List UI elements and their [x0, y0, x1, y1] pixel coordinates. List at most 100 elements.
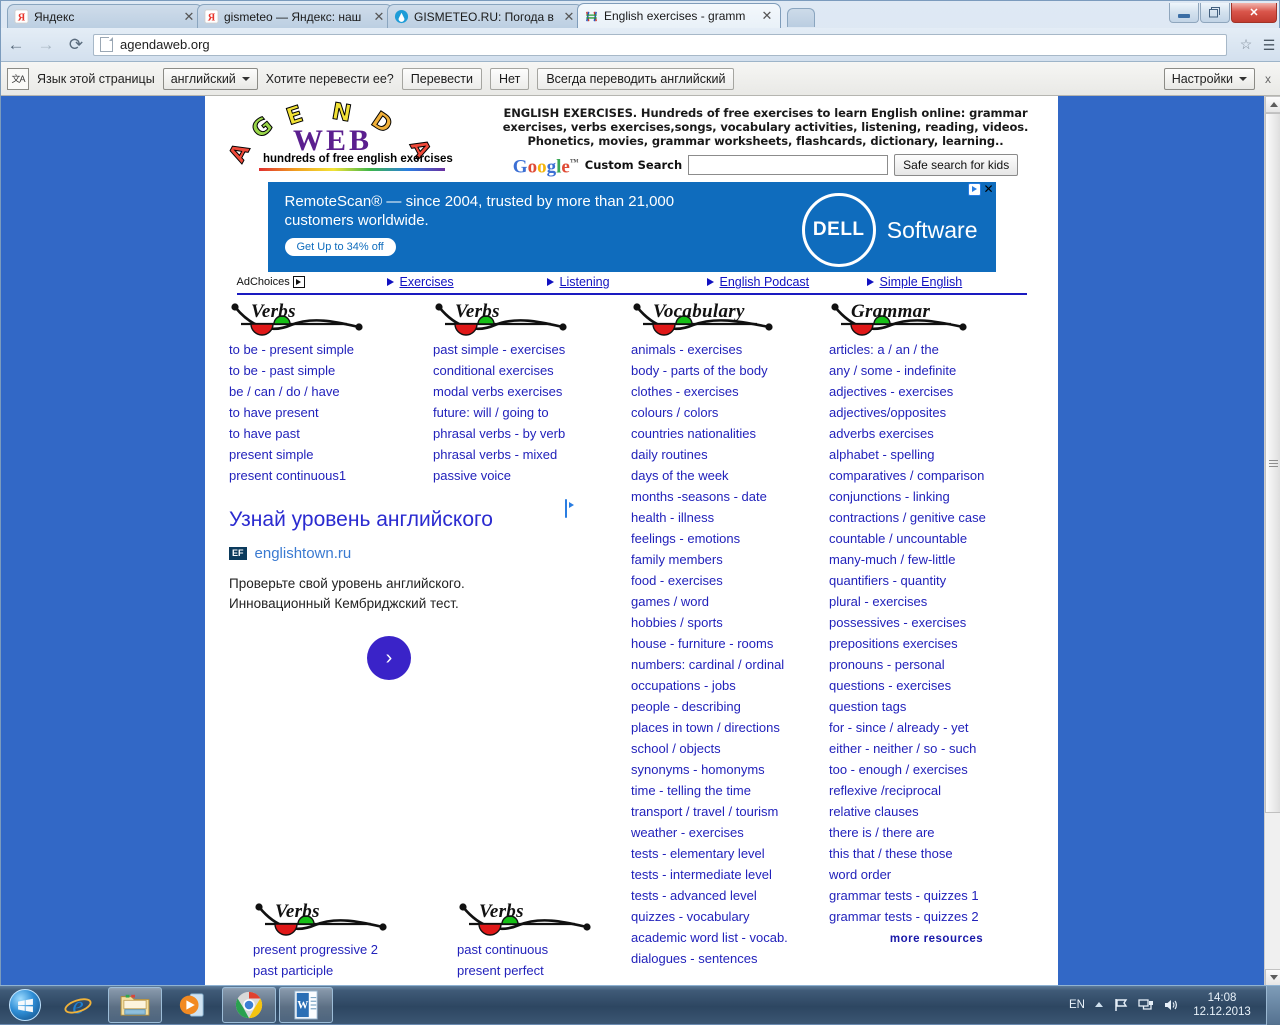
nav-link-simple-english-label[interactable]: Simple English	[880, 275, 963, 289]
link[interactable]: occupations - jobs	[631, 678, 736, 693]
list-item[interactable]: tests - elementary level	[631, 843, 829, 864]
list-item[interactable]: synonyms - homonyms	[631, 759, 829, 780]
link[interactable]: past simple - exercises	[433, 342, 565, 357]
agendaweb-logo[interactable]: A G E N D A WEB hundreds of free english…	[224, 98, 473, 172]
list-item[interactable]: this that / these those	[829, 843, 1044, 864]
list-item[interactable]: weather - exercises	[631, 822, 829, 843]
list-item[interactable]: house - furniture - rooms	[631, 633, 829, 654]
network-icon[interactable]	[1138, 998, 1154, 1012]
list-item[interactable]: adjectives/opposites	[829, 402, 1044, 423]
link[interactable]: to have past	[229, 426, 300, 441]
nav-link-listening-label[interactable]: Listening	[560, 275, 610, 289]
list-item[interactable]: to be - past simple	[229, 360, 433, 381]
link[interactable]: modal verbs exercises	[433, 384, 562, 399]
link[interactable]: future: will / going to	[433, 405, 549, 420]
list-item[interactable]: contractions / genitive case	[829, 507, 1044, 528]
list-item[interactable]: modal verbs exercises	[433, 381, 631, 402]
link[interactable]: people - describing	[631, 699, 741, 714]
list-item[interactable]: people - describing	[631, 696, 829, 717]
taskbar-word[interactable]: W	[279, 987, 333, 1023]
link[interactable]: present progressive 2	[253, 942, 378, 957]
list-item[interactable]: past simple - exercises	[433, 339, 631, 360]
nav-link-english-podcast-label[interactable]: English Podcast	[720, 275, 810, 289]
link[interactable]: family members	[631, 552, 723, 567]
link[interactable]: word order	[829, 867, 891, 882]
address-bar[interactable]: agendaweb.org	[93, 33, 1227, 56]
link[interactable]: animals - exercises	[631, 342, 742, 357]
link[interactable]: places in town / directions	[631, 720, 780, 735]
tab-0[interactable]: Я Яндекс ✕	[7, 4, 203, 28]
link[interactable]: clothes - exercises	[631, 384, 739, 399]
list-item[interactable]: hobbies / sports	[631, 612, 829, 633]
list-item[interactable]: any / some - indefinite	[829, 360, 1044, 381]
tab-1-close-icon[interactable]: ✕	[372, 9, 386, 24]
list-item[interactable]: adverbs exercises	[829, 423, 1044, 444]
search-input[interactable]	[688, 154, 889, 175]
link[interactable]: conditional exercises	[433, 363, 554, 378]
tab-1[interactable]: Я gismeteo — Яндекс: наш ✕	[197, 4, 393, 28]
new-tab-button[interactable]	[787, 8, 815, 27]
scrollbar-thumb[interactable]	[1265, 113, 1280, 813]
list-item[interactable]: reflexive /reciprocal	[829, 780, 1044, 801]
list-item[interactable]: health - illness	[631, 507, 829, 528]
link[interactable]: present continuous1	[229, 468, 346, 483]
link[interactable]: to have present	[229, 405, 319, 420]
tray-expand-icon[interactable]	[1094, 1001, 1104, 1009]
flag-icon[interactable]	[1113, 998, 1129, 1012]
list-item[interactable]: question tags	[829, 696, 1044, 717]
taskbar-media-player[interactable]	[165, 987, 219, 1023]
list-item[interactable]: conditional exercises	[433, 360, 631, 381]
link[interactable]: reflexive /reciprocal	[829, 783, 941, 798]
tab-0-close-icon[interactable]: ✕	[182, 9, 196, 24]
dell-ad-cta-button[interactable]: Get Up to 34% off	[284, 238, 396, 257]
list-item[interactable]: grammar tests - quizzes 2	[829, 906, 1044, 927]
link[interactable]: daily routines	[631, 447, 708, 462]
nav-link-simple-english[interactable]: Simple English	[866, 275, 1027, 289]
link[interactable]: past continuous	[457, 942, 548, 957]
language-select[interactable]: английский	[162, 67, 258, 90]
list-item[interactable]: past participle	[253, 960, 457, 981]
list-item[interactable]: to have past	[229, 423, 433, 444]
link[interactable]: to be - past simple	[229, 363, 335, 378]
adchoices-icon[interactable]	[968, 183, 982, 197]
list-item[interactable]: relative clauses	[829, 801, 1044, 822]
link[interactable]: grammar tests - quizzes 1	[829, 888, 979, 903]
link[interactable]: present simple	[229, 447, 314, 462]
dell-ad-banner[interactable]: RemoteScan® — since 2004, trusted by mor…	[267, 182, 996, 273]
link[interactable]: quantifiers - quantity	[829, 573, 946, 588]
englishtown-ad-url[interactable]: englishtown.ru	[255, 545, 352, 562]
link[interactable]: relative clauses	[829, 804, 919, 819]
tab-2[interactable]: GISMETEO.RU: Погода в ✕	[387, 4, 583, 28]
windows-start-orb[interactable]	[2, 988, 48, 1022]
page-scrollbar[interactable]	[1264, 96, 1280, 986]
link[interactable]: there is / there are	[829, 825, 935, 840]
list-item[interactable]: games / word	[631, 591, 829, 612]
list-item[interactable]: there is / there are	[829, 822, 1044, 843]
link[interactable]: hobbies / sports	[631, 615, 723, 630]
list-item[interactable]: to be - present simple	[229, 339, 433, 360]
link[interactable]: past participle	[253, 963, 333, 978]
list-item[interactable]: either - neither / so - such	[829, 738, 1044, 759]
list-item[interactable]: prepositions exercises	[829, 633, 1044, 654]
list-item[interactable]: quantifiers - quantity	[829, 570, 1044, 591]
list-item[interactable]: colours / colors	[631, 402, 829, 423]
link[interactable]: games / word	[631, 594, 709, 609]
list-item[interactable]: places in town / directions	[631, 717, 829, 738]
minimize-button[interactable]	[1169, 3, 1199, 23]
list-item[interactable]: school / objects	[631, 738, 829, 759]
list-item[interactable]: phrasal verbs - by verb	[433, 423, 631, 444]
link[interactable]: grammar tests - quizzes 2	[829, 909, 979, 924]
nav-link-listening[interactable]: Listening	[546, 275, 707, 289]
link[interactable]: adjectives/opposites	[829, 405, 946, 420]
list-item[interactable]: present simple	[229, 444, 433, 465]
link[interactable]: too - enough / exercises	[829, 762, 968, 777]
link[interactable]: this that / these those	[829, 846, 953, 861]
list-item[interactable]: transport / travel / tourism	[631, 801, 829, 822]
list-item[interactable]: word order	[829, 864, 1044, 885]
list-item[interactable]: feelings - emotions	[631, 528, 829, 549]
link[interactable]: phrasal verbs - mixed	[433, 447, 557, 462]
list-item[interactable]: phrasal verbs - mixed	[433, 444, 631, 465]
list-item[interactable]: for - since / already - yet	[829, 717, 1044, 738]
list-item[interactable]: present continuous1	[229, 465, 433, 486]
link[interactable]: either - neither / so - such	[829, 741, 976, 756]
